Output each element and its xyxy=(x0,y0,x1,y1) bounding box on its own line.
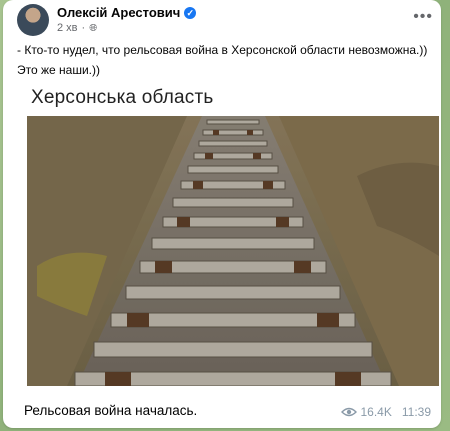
facebook-post-screenshot: Олексій Арестович ✓ 2 хв · 🌐︎ ••• - Кто-… xyxy=(3,0,441,392)
author-avatar xyxy=(17,4,49,36)
railway-photo[interactable] xyxy=(27,116,439,386)
author-name: Олексій Арестович ✓ xyxy=(57,5,197,20)
verified-badge-icon: ✓ xyxy=(184,6,197,19)
meta-dot: · xyxy=(81,22,86,34)
message-caption: Рельсовая война началась. xyxy=(24,403,198,418)
post-text-line-2: Это же наши.)) xyxy=(17,63,100,77)
railway-illustration xyxy=(27,116,439,386)
post-header: Олексій Арестович ✓ 2 хв · 🌐︎ ••• xyxy=(17,4,437,38)
image-caption: Херсонська область xyxy=(31,87,214,108)
post-time: 2 хв xyxy=(57,22,78,34)
message-stats: 16.4K 11:39 xyxy=(340,405,431,419)
message-time: 11:39 xyxy=(401,405,431,419)
post-media: Херсонська область xyxy=(17,84,441,389)
globe-icon: 🌐︎ xyxy=(89,22,98,34)
post-text-line-1: - Кто-то нудел, что рельсовая война в Хе… xyxy=(17,43,428,57)
post-meta: 2 хв · 🌐︎ xyxy=(57,22,97,34)
view-count: 16.4K xyxy=(360,405,392,419)
author-name-text: Олексій Арестович xyxy=(57,5,181,20)
post-text: - Кто-то нудел, что рельсовая война в Хе… xyxy=(17,40,427,80)
eye-icon xyxy=(340,407,357,417)
more-options-icon: ••• xyxy=(413,8,433,25)
message-bubble[interactable]: Олексій Арестович ✓ 2 хв · 🌐︎ ••• - Кто-… xyxy=(3,0,441,428)
